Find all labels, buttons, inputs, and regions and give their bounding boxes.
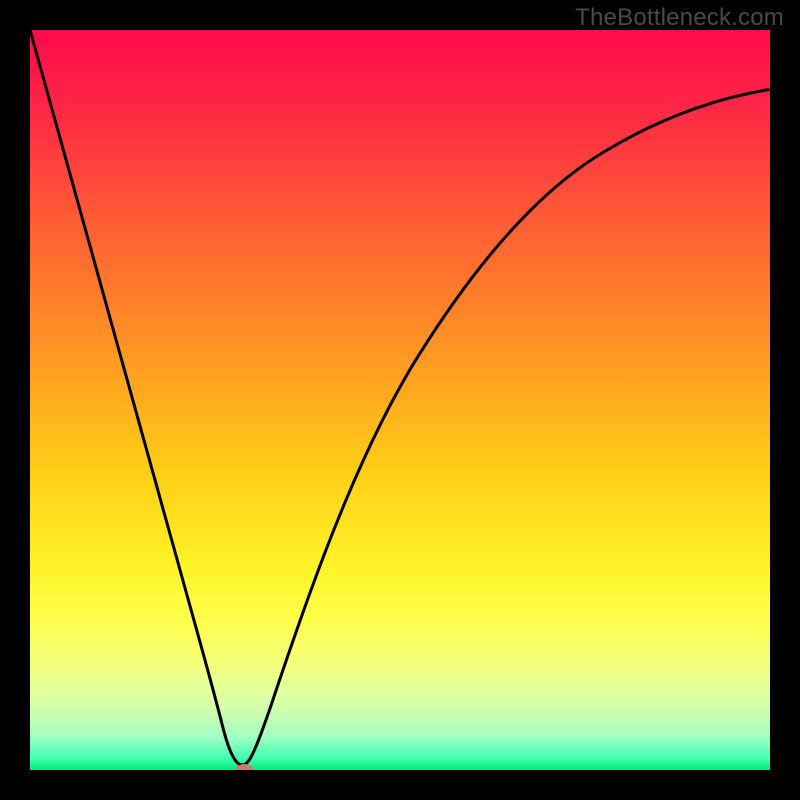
watermark-text: TheBottleneck.com <box>575 4 784 32</box>
bottleneck-curve <box>30 30 770 765</box>
curve-layer <box>30 30 770 770</box>
plot-area <box>30 30 770 770</box>
chart-frame: TheBottleneck.com <box>0 0 800 800</box>
